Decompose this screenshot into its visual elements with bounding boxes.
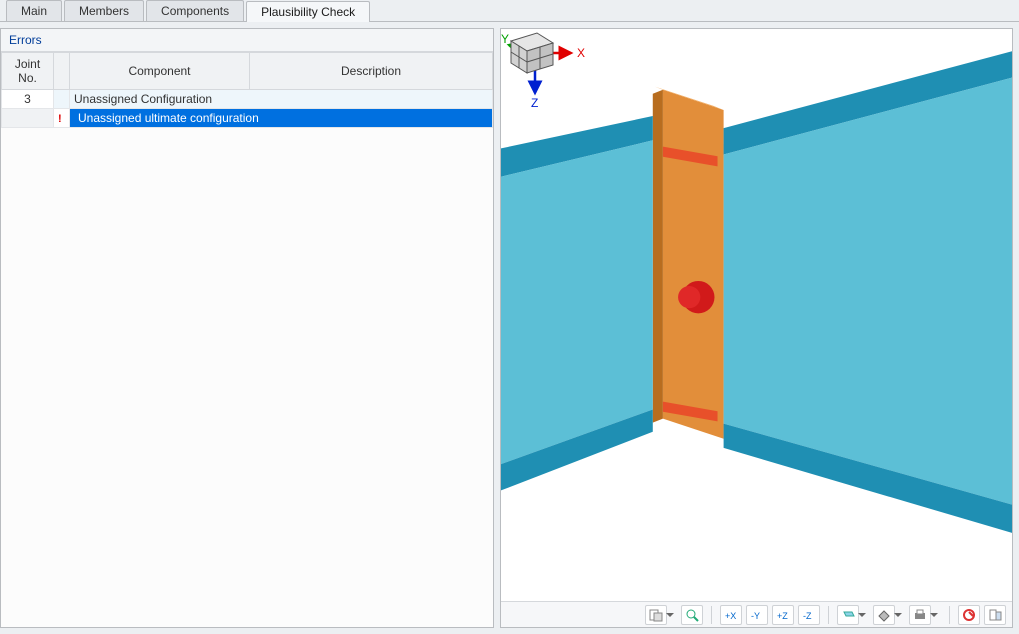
viewport-panel: X Y Z xyxy=(500,28,1013,628)
tab-components[interactable]: Components xyxy=(146,0,244,21)
col-component[interactable]: Component xyxy=(70,53,250,90)
cell-text: Unassigned ultimate configuration xyxy=(70,109,493,128)
options-button[interactable] xyxy=(645,605,667,625)
svg-text:-Z: -Z xyxy=(803,611,812,621)
end-plate-side xyxy=(653,90,663,423)
svg-text:+X: +X xyxy=(725,611,736,621)
axis-x-label: X xyxy=(577,46,585,60)
cell-joint: 3 xyxy=(2,90,54,109)
tab-plausibility-check[interactable]: Plausibility Check xyxy=(246,1,370,22)
warning-icon: ! xyxy=(58,113,62,125)
left-beam-web xyxy=(501,140,653,464)
table-row[interactable]: 3 Unassigned Configuration xyxy=(2,90,493,109)
cell-icon: ! xyxy=(54,109,70,128)
svg-text:+Z: +Z xyxy=(777,611,788,621)
tabbar: Main Members Components Plausibility Che… xyxy=(0,0,1019,22)
table-row[interactable]: ! Unassigned ultimate configuration xyxy=(2,109,493,128)
grid-empty-area xyxy=(1,128,493,627)
panel-header: Errors xyxy=(1,29,493,52)
viewport-3d[interactable]: X Y Z xyxy=(501,29,1012,601)
view-x-button[interactable]: +X xyxy=(720,605,742,625)
close-button[interactable] xyxy=(984,605,1006,625)
axis-z-label: Z xyxy=(531,96,538,109)
tab-members[interactable]: Members xyxy=(64,0,144,21)
view-neg-z-button[interactable]: -Z xyxy=(798,605,820,625)
display-mode-button[interactable] xyxy=(873,605,895,625)
separator xyxy=(828,606,829,624)
view-neg-y-button[interactable]: -Y xyxy=(746,605,768,625)
cell-text: Unassigned Configuration xyxy=(70,90,493,109)
col-icon[interactable] xyxy=(54,53,70,90)
errors-grid[interactable]: Joint No. Component Description 3 Unassi… xyxy=(1,52,493,128)
main-split: Errors Joint No. Component Description 3 xyxy=(0,22,1019,634)
separator xyxy=(711,606,712,624)
print-button[interactable] xyxy=(909,605,931,625)
tab-main[interactable]: Main xyxy=(6,0,62,21)
view-z-button[interactable]: +Z xyxy=(772,605,794,625)
cell-joint xyxy=(2,109,54,128)
svg-text:-Y: -Y xyxy=(751,611,760,621)
col-joint[interactable]: Joint No. xyxy=(2,53,54,90)
end-plate-face xyxy=(663,90,724,439)
bolt-cap xyxy=(678,286,700,308)
view-toolbar: +X -Y +Z -Z xyxy=(501,601,1012,627)
separator xyxy=(949,606,950,624)
zoom-extents-button[interactable] xyxy=(681,605,703,625)
labels-button[interactable] xyxy=(958,605,980,625)
cell-icon xyxy=(54,90,70,109)
col-description[interactable]: Description xyxy=(250,53,493,90)
render-mode-button[interactable] xyxy=(837,605,859,625)
errors-panel: Errors Joint No. Component Description 3 xyxy=(0,28,494,628)
nav-cube[interactable] xyxy=(501,29,557,77)
